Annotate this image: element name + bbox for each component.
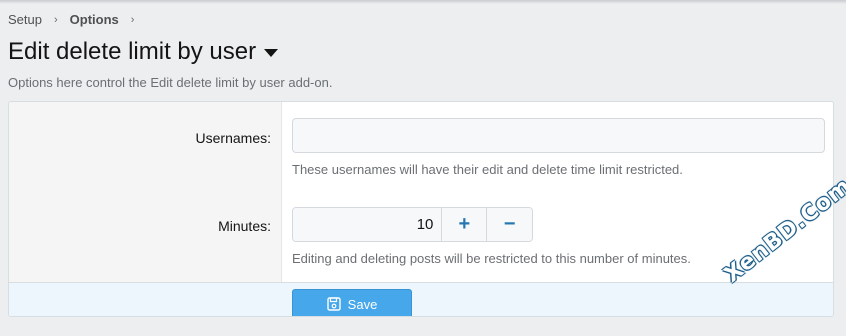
usernames-explain: These usernames will have their edit and… <box>292 162 683 177</box>
minutes-explain: Editing and deleting posts will be restr… <box>292 251 691 266</box>
breadcrumb-setup[interactable]: Setup <box>8 12 42 27</box>
save-label: Save <box>347 296 378 312</box>
usernames-label: Usernames: <box>195 130 271 146</box>
label-column <box>9 102 282 282</box>
usernames-input[interactable] <box>292 118 825 153</box>
form-submit-row: Save <box>9 282 833 316</box>
minutes-stepper: 10 + − <box>292 207 533 242</box>
caret-down-icon[interactable] <box>264 49 279 57</box>
page-title: Edit delete limit by user <box>8 38 257 65</box>
save-icon <box>326 297 341 311</box>
minutes-label: Minutes: <box>218 218 271 234</box>
top-shadow <box>0 0 846 4</box>
chevron-right-icon: › <box>53 13 58 26</box>
chevron-right-icon: › <box>130 13 135 26</box>
minutes-input[interactable]: 10 <box>293 208 443 241</box>
options-form: Usernames: These usernames will have the… <box>8 101 834 317</box>
decrement-button[interactable]: − <box>487 208 532 241</box>
title-row: Edit delete limit by user <box>8 38 279 66</box>
page-description: Options here control the Edit delete lim… <box>8 75 333 90</box>
breadcrumb: Setup › Options › <box>8 12 146 27</box>
breadcrumb-options[interactable]: Options <box>70 12 119 27</box>
save-button[interactable]: Save <box>292 289 412 316</box>
increment-button[interactable]: + <box>442 208 488 241</box>
